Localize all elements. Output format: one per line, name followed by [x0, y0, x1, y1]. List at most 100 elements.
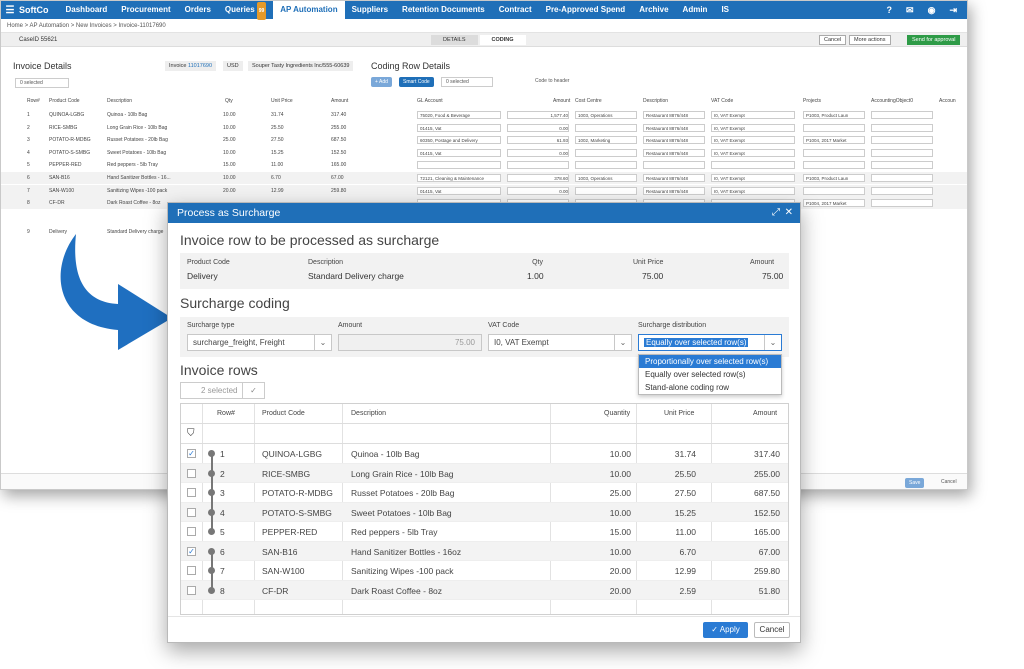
bg-cancel-button[interactable]: Cancel [941, 479, 957, 485]
expand-icon[interactable]: ⤢ [772, 203, 780, 223]
coding-field[interactable]: Restaurant 8876/448 [643, 136, 705, 145]
coding-row[interactable] [371, 159, 967, 171]
coding-field[interactable]: P1003, Product Laun [803, 111, 865, 119]
coding-field[interactable] [575, 161, 637, 170]
coding-field[interactable]: I0, VAT Exempt [711, 174, 795, 182]
table-row[interactable]: 3 POTATO-R-MDBG Russet Potatoes - 20lb Bag… [181, 483, 788, 503]
coding-field[interactable] [575, 123, 637, 132]
accounting-object-field[interactable] [871, 111, 933, 119]
coding-row[interactable]: 72121, Cleaning & Maintenance 378.60 1003,… [371, 172, 967, 184]
coding-row[interactable]: 75020, Food & Beverage 1,577.40 1003, Oper… [371, 109, 967, 121]
option-equally[interactable]: Equally over selected row(s) [639, 368, 781, 381]
table-row[interactable]: 4 POTATO-S-SMBG Sweet Potatoes - 10lb Bag 1… [181, 502, 788, 522]
option-proportionally[interactable]: Proportionally over selected row(s) [639, 355, 781, 368]
surcharge-type-select[interactable]: surcharge_freight, Freight ⌄ [187, 334, 332, 351]
invoice-table-row[interactable]: 5 PEPPER-RED Red peppers - 5lb Tray 15.00 11… [1, 159, 371, 171]
invoice-table-row[interactable]: 6 SAN-B16 Hand Sanitizer Bottles - 16... 10… [1, 172, 371, 184]
user-icon[interactable]: ◉ [928, 5, 936, 16]
coding-field[interactable]: P1004, 2017 Market [803, 199, 865, 208]
invoice-table-row[interactable]: 4 POTATO-S-SMBG Sweet Potatoes - 10lb Bag 1… [1, 147, 371, 159]
coding-field[interactable]: 01415, Vat [417, 148, 501, 157]
row-checkbox[interactable] [187, 468, 196, 478]
nav-orders[interactable]: Orders [178, 1, 218, 19]
coding-field[interactable]: Restaurant 8876/448 [643, 186, 705, 195]
nav-contract[interactable]: Contract [492, 1, 539, 19]
row-checkbox[interactable] [187, 527, 196, 536]
accounting-object-field[interactable] [871, 161, 933, 170]
coding-field[interactable]: P1003, Product Laun [803, 174, 865, 182]
coding-row[interactable]: 01415, Vat 0.00 Restaurant 8876/448 I0, VAT… [371, 147, 967, 159]
coding-field[interactable]: 75020, Food & Beverage [417, 111, 501, 119]
accounting-object-field[interactable] [871, 136, 933, 145]
option-stand-alone[interactable]: Stand-alone coding row [639, 381, 781, 394]
coding-field[interactable] [803, 161, 865, 170]
coding-field[interactable]: Restaurant 8876/448 [643, 148, 705, 157]
send-for-approval-button[interactable]: Send for approval [907, 35, 961, 45]
smart-code-button[interactable]: Smart Code [399, 77, 434, 87]
nav-ap-automation[interactable]: AP Automation [273, 1, 345, 19]
save-button[interactable]: Save [905, 478, 925, 488]
mail-icon[interactable]: ✉ [906, 5, 914, 16]
invoice-table-row[interactable]: 7 SAN-W100 Sanitizing Wipes -100 pack 20.00… [1, 184, 371, 197]
coding-field[interactable] [643, 161, 705, 170]
nav-admin[interactable]: Admin [676, 1, 715, 19]
invoice-table-row[interactable]: 1 QUINOA-LGBG Quinoa - 10lb Bag 10.00 31.74 3… [1, 109, 371, 121]
add-coding-button[interactable]: + Add [371, 77, 392, 87]
accounting-object-field[interactable] [871, 199, 933, 208]
vat-code-select[interactable]: I0, VAT Exempt ⌄ [488, 334, 632, 351]
row-checkbox[interactable] [187, 488, 196, 497]
nav-procurement[interactable]: Procurement [114, 1, 177, 19]
logout-icon[interactable]: ⇥ [949, 5, 957, 16]
coding-field[interactable]: I0, VAT Exempt [711, 111, 795, 119]
coding-field[interactable]: Restaurant 8876/448 [643, 111, 705, 119]
coding-field[interactable] [711, 161, 795, 170]
coding-field[interactable]: 0.00 [507, 186, 569, 195]
nav-is[interactable]: IS [714, 1, 736, 19]
tab-details[interactable]: DETAILS [431, 35, 478, 45]
more-actions-button[interactable]: More actions [849, 35, 891, 45]
nav-archive[interactable]: Archive [632, 1, 675, 19]
table-row[interactable]: ✓ 1 QUINOA-LGBG Quinoa - 10lb Bag 10.00 31.74… [181, 444, 788, 464]
row-checkbox[interactable] [187, 507, 196, 517]
coding-field[interactable]: 01415, Vat [417, 186, 501, 195]
accounting-object-field[interactable] [871, 186, 933, 195]
coding-field[interactable]: 61.93 [507, 136, 569, 145]
nav-retention-documents[interactable]: Retention Documents [395, 1, 492, 19]
nav-suppliers[interactable]: Suppliers [345, 1, 395, 19]
invoice-table-row[interactable]: 2 RICE-SMBG Long Grain Rice - 10lb Bag 10.0… [1, 122, 371, 134]
surcharge-distribution-select[interactable]: Equally over selected row(s) ⌄ [638, 334, 782, 351]
close-icon[interactable]: ✕ [785, 203, 793, 223]
coding-field[interactable]: I0, VAT Exempt [711, 136, 795, 145]
coding-field[interactable]: 1,577.40 [507, 111, 569, 119]
accounting-object-field[interactable] [871, 174, 933, 182]
cancel-button[interactable]: Cancel [754, 622, 790, 638]
nav-dashboard[interactable]: Dashboard [59, 1, 115, 19]
coding-field[interactable]: 0.00 [507, 123, 569, 132]
coding-field[interactable] [575, 148, 637, 157]
table-row[interactable]: 5 PEPPER-RED Red peppers - 5lb Tray 15.00 11… [181, 522, 788, 542]
coding-field[interactable]: 0.00 [507, 148, 569, 157]
coding-field[interactable]: 01415, Vat [417, 123, 501, 132]
menu-icon[interactable]: ☰ [1, 5, 19, 16]
coding-field[interactable] [417, 161, 501, 170]
checkmark-icon[interactable]: ✓ [242, 383, 264, 398]
coding-field[interactable]: I0, VAT Exempt [711, 123, 795, 132]
nav-pre-approved-spend[interactable]: Pre-Approved Spend [539, 1, 633, 19]
help-icon[interactable]: ? [887, 5, 893, 16]
table-row[interactable]: ✓ 6 SAN-B16 Hand Sanitizer Bottles - 16oz 10… [181, 541, 788, 561]
coding-field[interactable] [575, 186, 637, 195]
coding-row[interactable]: 01415, Vat 0.00 Restaurant 8876/448 I0, VAT… [371, 122, 967, 134]
coding-row[interactable]: 01415, Vat 0.00 Restaurant 8876/448 I0, VAT… [371, 184, 967, 197]
coding-field[interactable]: 1003, Operations [575, 111, 637, 119]
coding-field[interactable]: 1003, Operations [575, 174, 637, 182]
accounting-object-field[interactable] [871, 123, 933, 132]
coding-field[interactable]: P1004, 2017 Market [803, 136, 865, 145]
coding-field[interactable]: 72121, Cleaning & Maintenance [417, 174, 501, 182]
coding-field[interactable]: Restaurant 8876/448 [643, 174, 705, 182]
coding-field[interactable]: 60350, Postage and Delivery [417, 136, 501, 145]
coding-field[interactable] [803, 186, 865, 195]
coding-field[interactable] [803, 123, 865, 132]
coding-field[interactable] [507, 161, 569, 170]
nav-queries[interactable]: Queries 99 [218, 1, 273, 20]
coding-field[interactable]: 378.60 [507, 174, 569, 182]
